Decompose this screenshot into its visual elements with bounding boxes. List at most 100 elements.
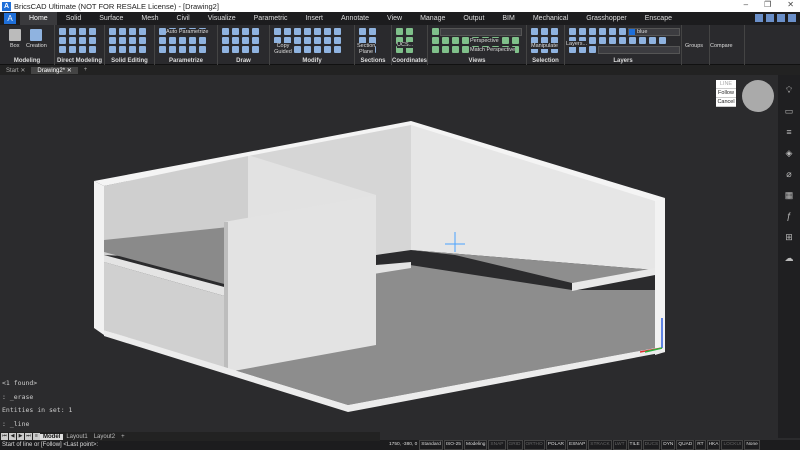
bulb-icon[interactable]: 💡︎ (783, 84, 795, 96)
tool-icon[interactable] (324, 28, 331, 35)
tool-icon[interactable] (589, 28, 596, 35)
tool-icon[interactable] (89, 28, 96, 35)
workspace-icon[interactable] (766, 14, 774, 22)
prev-layout-icon[interactable]: ◀ (9, 433, 16, 440)
drawing-viewport[interactable] (0, 75, 778, 433)
tab-solid[interactable]: Solid (57, 12, 91, 25)
status-toggle-iso-25[interactable]: ISO-25 (443, 440, 463, 450)
new-tab-button[interactable]: + (78, 67, 94, 73)
tool-icon[interactable] (252, 37, 259, 44)
tool-icon[interactable] (232, 28, 239, 35)
tool-icon[interactable] (242, 46, 249, 53)
compare-button[interactable]: Compare (710, 43, 733, 49)
groups-button[interactable]: Groups (685, 43, 703, 49)
layout-tab-model[interactable]: Model (40, 433, 64, 440)
tool-icon[interactable] (129, 46, 136, 53)
status-toggle-esnap[interactable]: ESNAP (567, 440, 588, 450)
tool-icon[interactable] (432, 37, 439, 44)
cloud-upload-icon[interactable]: ☁ (783, 252, 795, 264)
tool-icon[interactable] (169, 37, 176, 44)
tool-icon[interactable] (452, 46, 459, 53)
first-layout-icon[interactable]: ⏮ (1, 433, 8, 440)
layout-tab-layout1[interactable]: Layout1 (63, 434, 90, 440)
tool-icon[interactable] (334, 28, 341, 35)
status-toggle-quad[interactable]: QUAD (676, 440, 695, 450)
layers-button[interactable]: Layers... (566, 41, 588, 47)
tool-icon[interactable] (304, 46, 311, 53)
sliders-icon[interactable]: ≡ (783, 126, 795, 138)
tool-icon[interactable] (109, 28, 116, 35)
tool-icon[interactable] (284, 28, 291, 35)
creation-icon[interactable] (30, 29, 42, 41)
tool-icon[interactable] (324, 37, 331, 44)
tab-visualize[interactable]: Visualize (199, 12, 245, 25)
tool-icon[interactable] (569, 46, 576, 53)
structure-icon[interactable]: ⊞ (783, 231, 795, 243)
tool-icon[interactable] (232, 37, 239, 44)
section-plane-button[interactable]: Section Plane (357, 43, 375, 55)
status-toggle-none[interactable]: None (744, 440, 760, 450)
app-menu-button[interactable]: A (4, 13, 16, 24)
next-layout-icon[interactable]: ▶ (17, 433, 24, 440)
tool-icon[interactable] (179, 46, 186, 53)
tool-icon[interactable] (89, 37, 96, 44)
tool-icon[interactable] (609, 37, 616, 44)
tool-icon[interactable] (432, 46, 439, 53)
tool-icon[interactable] (294, 46, 301, 53)
tab-view[interactable]: View (378, 12, 411, 25)
tool-icon[interactable] (629, 37, 636, 44)
copy-guided-button[interactable]: Copy Guided (274, 43, 292, 55)
tool-icon[interactable] (314, 37, 321, 44)
perspective-button[interactable]: Perspective (470, 38, 499, 44)
tool-icon[interactable] (79, 37, 86, 44)
tool-icon[interactable] (222, 46, 229, 53)
tab-mechanical[interactable]: Mechanical (524, 12, 577, 25)
tool-icon[interactable] (79, 46, 86, 53)
maximize-button[interactable]: ❐ (764, 0, 771, 9)
tool-icon[interactable] (59, 37, 66, 44)
layers-icon[interactable]: ◈ (783, 147, 795, 159)
tool-icon[interactable] (69, 46, 76, 53)
tool-icon[interactable] (222, 37, 229, 44)
workspace-icon[interactable] (788, 14, 796, 22)
auto-parametrize-button[interactable]: Auto Parametrize (166, 29, 211, 35)
tool-icon[interactable] (59, 28, 66, 35)
last-layout-icon[interactable]: ⏭ (25, 433, 32, 440)
status-toggle-standard[interactable]: Standard (419, 440, 443, 450)
tool-icon[interactable] (314, 46, 321, 53)
tool-icon[interactable] (589, 46, 596, 53)
tool-icon[interactable] (579, 46, 586, 53)
tool-icon[interactable] (541, 28, 548, 35)
tool-icon[interactable] (252, 46, 259, 53)
tool-icon[interactable] (442, 37, 449, 44)
match-perspective-button[interactable]: Match Perspective (470, 47, 516, 53)
command-prompt[interactable]: Start of line or [Follow] <Last point>: (0, 441, 380, 450)
tool-icon[interactable] (579, 28, 586, 35)
tool-icon[interactable] (109, 37, 116, 44)
tab-civil[interactable]: Civil (168, 12, 199, 25)
tool-icon[interactable] (334, 37, 341, 44)
tool-icon[interactable] (119, 28, 126, 35)
context-menu-cancel[interactable]: Cancel (716, 98, 736, 107)
tool-icon[interactable] (69, 37, 76, 44)
tab-output[interactable]: Output (454, 12, 493, 25)
tool-icon[interactable] (252, 28, 259, 35)
tool-icon[interactable] (432, 28, 439, 35)
tool-icon[interactable] (502, 37, 509, 44)
tool-icon[interactable] (442, 46, 449, 53)
tool-icon[interactable] (396, 28, 403, 35)
layer-dropdown[interactable]: blue (628, 28, 680, 36)
creation-button[interactable]: Creation (26, 43, 47, 49)
layout-tab-layout2[interactable]: Layout2 (91, 434, 118, 440)
workspace-icon[interactable] (777, 14, 785, 22)
status-toggle-dyn[interactable]: DYN (661, 440, 676, 450)
tab-enscape[interactable]: Enscape (636, 12, 681, 25)
status-toggle-hka[interactable]: HKA (706, 440, 721, 450)
tool-icon[interactable] (129, 28, 136, 35)
tool-icon[interactable] (531, 28, 538, 35)
tool-icon[interactable] (619, 28, 626, 35)
tool-icon[interactable] (649, 37, 656, 44)
tool-icon[interactable] (369, 28, 376, 35)
tool-icon[interactable] (189, 37, 196, 44)
tool-icon[interactable] (199, 37, 206, 44)
